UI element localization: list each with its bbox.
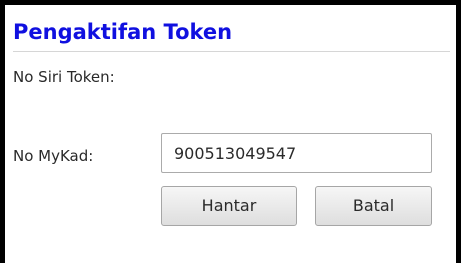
token-serial-label: No Siri Token: (13, 68, 115, 86)
title-divider (13, 51, 450, 52)
mykad-input[interactable] (161, 133, 432, 173)
mykad-label: No MyKad: (13, 147, 94, 165)
page-title: Pengaktifan Token (13, 20, 233, 44)
submit-button[interactable]: Hantar (161, 186, 297, 226)
cancel-button[interactable]: Batal (315, 186, 432, 226)
